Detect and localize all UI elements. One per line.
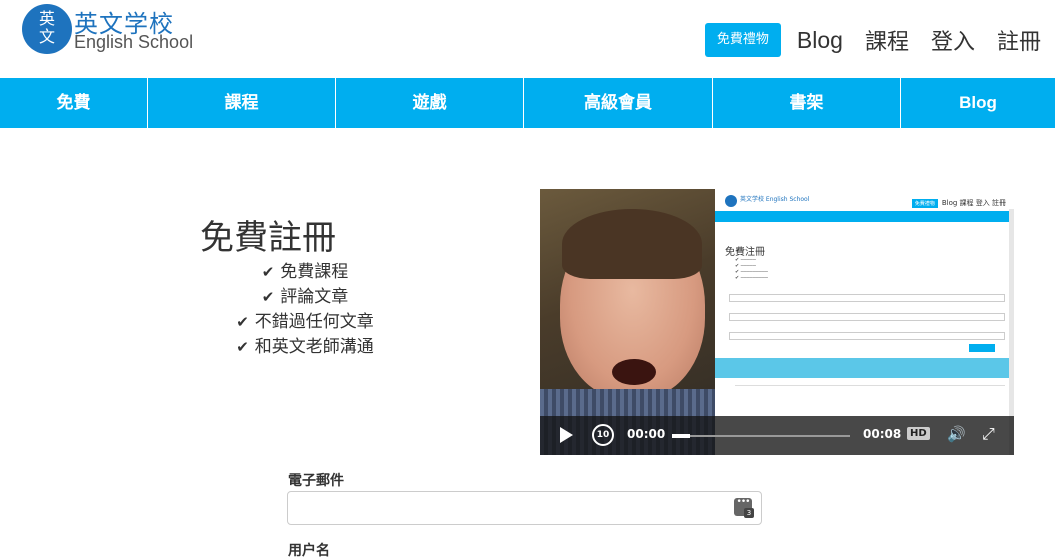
site-header: 英 文 英文学校 English School 免費禮物 Blog 課程 登入 … bbox=[0, 0, 1055, 78]
site-logo[interactable]: 英 文 英文学校 English School bbox=[22, 2, 194, 58]
main-nav-courses[interactable]: 課程 bbox=[148, 78, 336, 128]
autofill-count: 3 bbox=[744, 508, 754, 518]
screen-field bbox=[729, 294, 1005, 302]
top-nav-register[interactable]: 註冊 bbox=[997, 24, 1041, 56]
benefit-item: ✔ 不錯過任何文章 bbox=[200, 310, 410, 335]
free-gift-button[interactable]: 免費禮物 bbox=[704, 23, 781, 57]
signup-title: 免費註冊 bbox=[200, 218, 336, 258]
presenter-hair bbox=[562, 209, 702, 279]
play-icon[interactable] bbox=[560, 427, 573, 443]
benefit-item: ✔ 評論文章 bbox=[200, 285, 410, 310]
autofill-dots: ••• bbox=[736, 497, 751, 507]
check-icon: ✔ bbox=[236, 313, 249, 331]
volume-icon[interactable]: 🔊 bbox=[947, 425, 966, 443]
top-nav-blog[interactable]: Blog bbox=[797, 27, 843, 54]
top-nav: 免費禮物 Blog 課程 登入 註冊 bbox=[704, 22, 1041, 58]
screen-logo-text: 英文学校 English School bbox=[740, 196, 810, 203]
main-nav-games[interactable]: 遊戲 bbox=[336, 78, 524, 128]
top-nav-courses[interactable]: 課程 bbox=[865, 24, 909, 56]
screen-gift-button: 免費禮物 bbox=[911, 199, 938, 208]
email-label: 電子郵件 bbox=[288, 473, 344, 489]
benefit-label: 不錯過任何文章 bbox=[254, 312, 374, 332]
benefit-item: ✔ 免費課程 bbox=[200, 260, 410, 285]
main-nav-bookshelf[interactable]: 書架 bbox=[713, 78, 901, 128]
screen-title: 免費注冊 bbox=[725, 247, 765, 258]
current-time: 00:00 bbox=[627, 427, 666, 441]
screen-feature-row bbox=[735, 385, 1005, 415]
autofill-icon[interactable]: ••• 3 bbox=[734, 497, 754, 518]
screen-nav-bar bbox=[715, 211, 1014, 222]
main-nav-free[interactable]: 免費 bbox=[0, 78, 148, 128]
email-field[interactable] bbox=[287, 491, 762, 525]
logo-emblem-bottom: 文 bbox=[38, 27, 55, 46]
rewind-10-icon[interactable]: 10 bbox=[592, 424, 614, 446]
benefits-list: ✔ 免費課程 ✔ 評論文章 ✔ 不錯過任何文章 ✔ 和英文老師溝通 bbox=[200, 260, 410, 360]
screen-field bbox=[729, 313, 1005, 321]
fullscreen-icon[interactable]: ⤢ bbox=[982, 424, 995, 444]
benefit-item: ✔ 和英文老師溝通 bbox=[200, 335, 410, 360]
screen-field bbox=[729, 332, 1005, 340]
main-nav: 免費 課程 遊戲 高級會員 書架 Blog bbox=[0, 78, 1055, 128]
screen-signup-button bbox=[969, 344, 995, 352]
main-nav-blog[interactable]: Blog bbox=[901, 78, 1055, 128]
logo-emblem-top: 英 bbox=[38, 9, 55, 28]
total-time: 00:08 bbox=[863, 427, 902, 441]
screen-feature-band bbox=[715, 358, 1014, 378]
main-nav-premium[interactable]: 高級會員 bbox=[524, 78, 713, 128]
progress-track[interactable] bbox=[672, 434, 850, 438]
username-label: 用户名 bbox=[288, 543, 330, 559]
video-player[interactable]: 英文学校 English School 免費禮物 Blog 課程 登入 註冊 免費… bbox=[540, 189, 1014, 455]
screen-benefits: ✔ ───── ✔ ───── ✔ ───────── ✔ ───────── bbox=[735, 257, 768, 281]
check-icon: ✔ bbox=[236, 338, 249, 356]
presenter-mouth bbox=[612, 359, 656, 385]
top-nav-login[interactable]: 登入 bbox=[931, 24, 975, 56]
logo-subtitle: English School bbox=[74, 32, 194, 52]
video-controls: 10 00:00 00:08 HD 🔊 ⤢ bbox=[540, 416, 1014, 455]
check-icon: ✔ bbox=[261, 263, 275, 281]
benefit-label: 評論文章 bbox=[280, 287, 349, 307]
logo-emblem: 英 文 bbox=[22, 4, 72, 54]
hd-button[interactable]: HD bbox=[907, 427, 930, 440]
benefit-label: 免費課程 bbox=[280, 262, 349, 282]
benefit-label: 和英文老師溝通 bbox=[254, 337, 374, 357]
progress-fill bbox=[672, 434, 690, 438]
screen-nav-links: Blog 課程 登入 註冊 bbox=[941, 199, 1006, 207]
check-icon: ✔ bbox=[261, 288, 275, 306]
screen-logo-icon bbox=[725, 195, 737, 207]
screen-top-nav: 免費禮物 Blog 課程 登入 註冊 bbox=[911, 198, 1006, 208]
